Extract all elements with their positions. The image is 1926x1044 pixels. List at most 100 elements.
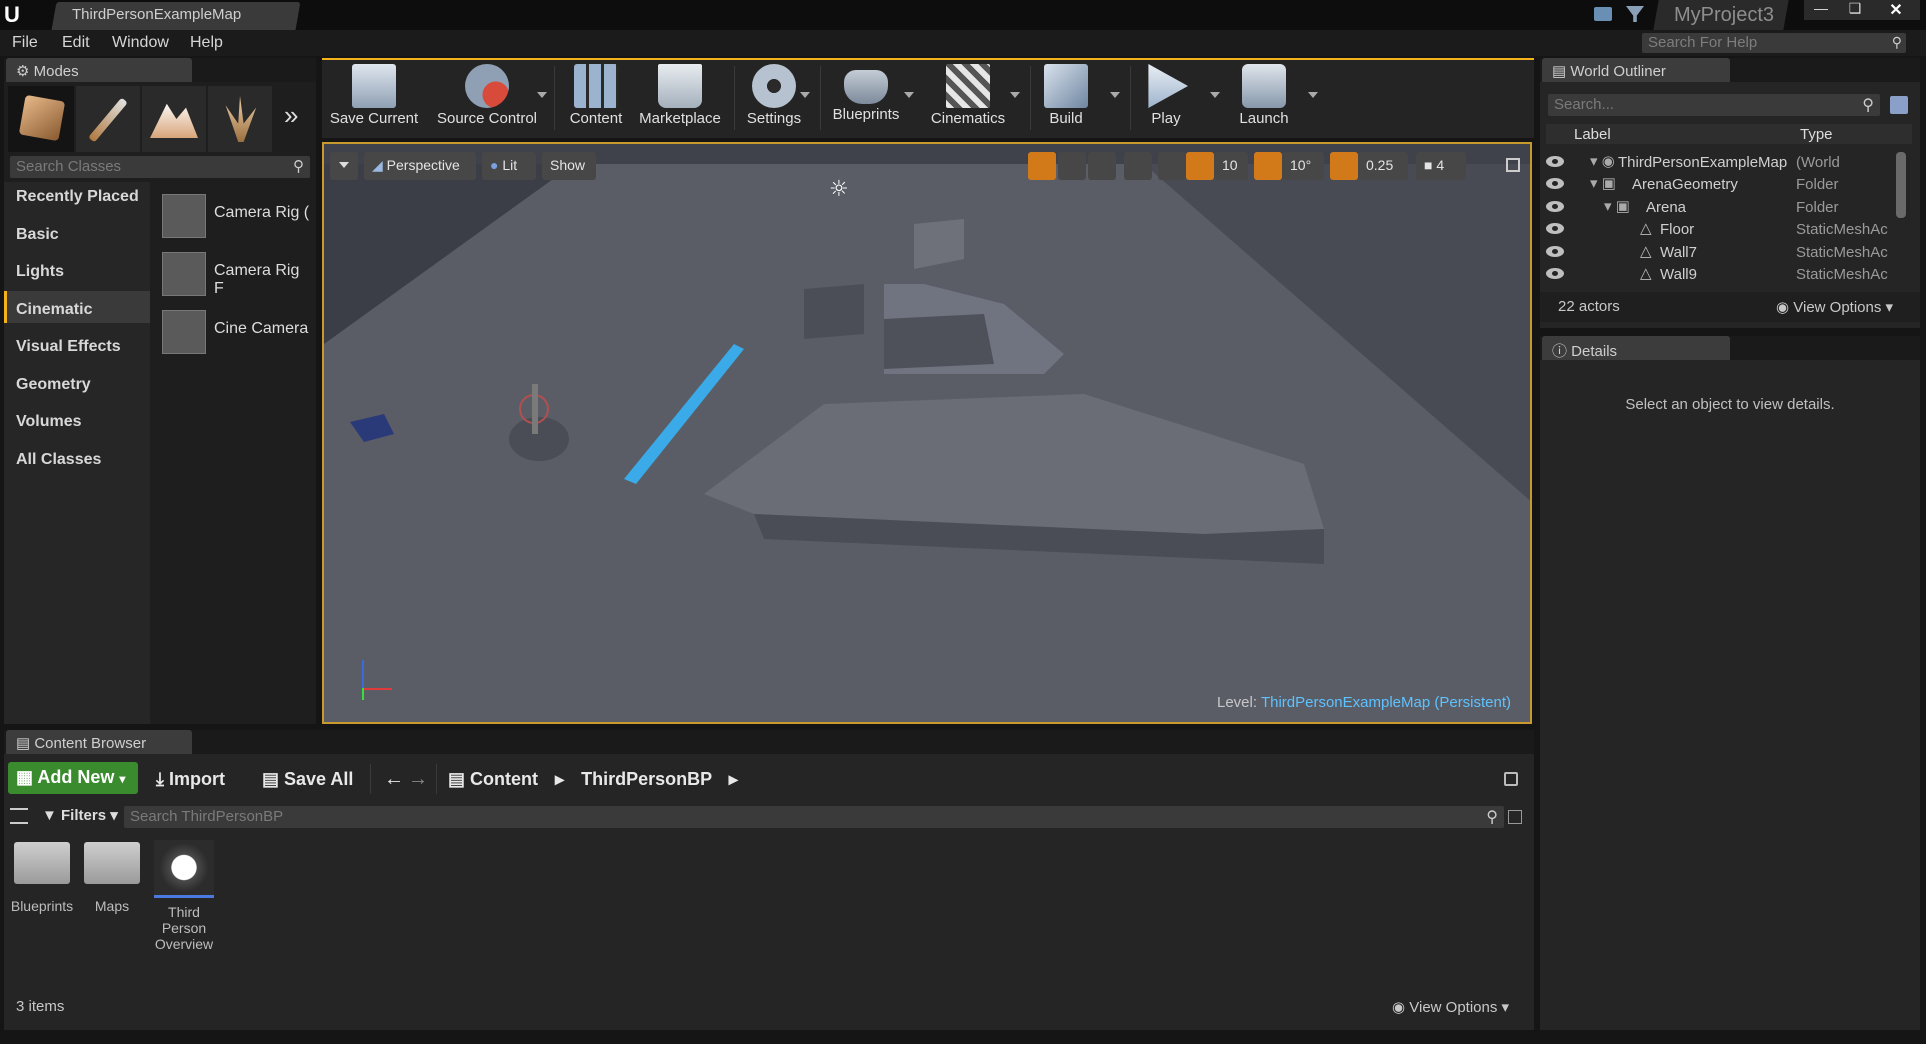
world-local-icon[interactable] <box>1124 152 1152 180</box>
visibility-eye-icon[interactable] <box>1546 223 1564 234</box>
column-type[interactable]: Type <box>1800 126 1833 143</box>
save-all-button[interactable]: ▤ Save All <box>262 764 353 794</box>
details-empty-text: Select an object to view details. <box>1625 396 1835 413</box>
list-item[interactable]: Camera Rig F <box>156 250 312 298</box>
table-row[interactable]: ▾ ▣ ArenaGeometry Folder <box>1546 174 1906 196</box>
scale-tool-icon[interactable] <box>1088 152 1116 180</box>
rotation-snap-icon[interactable] <box>1254 152 1282 180</box>
perspective-button[interactable]: ◢ Perspective <box>364 152 476 180</box>
show-button[interactable]: Show <box>542 152 596 180</box>
asset-maps-folder[interactable]: Maps <box>80 842 144 914</box>
table-row[interactable]: ▾ ▣ Arena Folder <box>1546 197 1906 219</box>
back-arrow-icon[interactable]: ← <box>384 764 404 794</box>
play-button[interactable]: Play <box>1116 60 1216 132</box>
help-search-input[interactable]: Search For Help ⚲ <box>1642 33 1906 53</box>
breadcrumb-separator-icon[interactable]: ▸ <box>555 769 564 789</box>
category-lights[interactable]: Lights <box>16 263 64 281</box>
scale-snap-icon[interactable] <box>1330 152 1358 180</box>
scale-snap-value[interactable]: 0.25 <box>1358 152 1408 180</box>
grid-snap-value[interactable]: 10 <box>1214 152 1248 180</box>
modes-tab[interactable]: ⚙ Modes <box>6 58 192 82</box>
minimize-button[interactable]: — <box>1804 0 1838 20</box>
column-label[interactable]: Label <box>1574 126 1611 143</box>
outliner-scrollbar[interactable] <box>1896 152 1906 218</box>
asset-third-person-overview[interactable]: Third Person Overview <box>152 840 216 952</box>
world-outliner-tab[interactable]: ▤ World Outliner <box>1542 58 1730 82</box>
cinematics-button[interactable]: Cinematics <box>918 60 1018 132</box>
landscape-mode-button[interactable] <box>142 86 206 152</box>
table-row[interactable]: ▾ ◉ ThirdPersonExampleMap (World <box>1546 152 1906 174</box>
menu-help[interactable]: Help <box>190 34 223 52</box>
launch-button[interactable]: Launch <box>1214 60 1314 132</box>
save-search-icon[interactable] <box>1508 810 1522 824</box>
asset-blueprints-folder[interactable]: Blueprints <box>10 842 74 914</box>
category-visual-effects[interactable]: Visual Effects <box>16 338 121 356</box>
breadcrumb-thirdpersonbp[interactable]: ThirdPersonBP <box>581 769 712 789</box>
category-geometry[interactable]: Geometry <box>16 376 91 394</box>
blueprints-dropdown-icon[interactable] <box>904 92 914 98</box>
breadcrumb-separator-icon[interactable]: ▸ <box>729 769 738 789</box>
table-row[interactable]: △ Wall7 StaticMeshAc <box>1546 242 1906 264</box>
outliner-search-input[interactable]: Search... ⚲ <box>1548 94 1880 116</box>
settings-dropdown-icon[interactable] <box>800 92 810 98</box>
place-mode-button[interactable] <box>8 86 74 152</box>
category-volumes[interactable]: Volumes <box>16 413 82 431</box>
category-recently-placed[interactable]: Recently Placed <box>16 188 139 206</box>
add-actor-icon[interactable] <box>1890 96 1908 114</box>
more-modes-icon[interactable]: » <box>284 100 298 131</box>
rotate-tool-icon[interactable] <box>1058 152 1086 180</box>
details-tab[interactable]: ⓘ Details <box>1542 336 1730 360</box>
marketplace-button[interactable]: Marketplace <box>630 60 730 132</box>
blueprints-button[interactable]: Blueprints <box>816 60 916 132</box>
menu-edit[interactable]: Edit <box>62 34 90 52</box>
visibility-eye-icon[interactable] <box>1546 178 1564 189</box>
visibility-eye-icon[interactable] <box>1546 246 1564 257</box>
level-viewport[interactable]: ☼ ◢ Perspective ● Lit Show 10 10° 0.25 ■… <box>322 142 1532 724</box>
source-control-button[interactable]: Source Control <box>434 60 540 132</box>
list-item[interactable]: Cine Camera <box>156 308 312 356</box>
viewport-options-dropdown[interactable] <box>330 152 358 180</box>
table-row[interactable]: △ Floor StaticMeshAc <box>1546 219 1906 241</box>
modes-panel: ⚙ Modes » Search Classes ⚲ Recently Plac… <box>4 58 316 724</box>
content-browser-panel: ▤ Content Browser <box>4 730 1534 1030</box>
close-button[interactable]: ✕ <box>1872 0 1920 20</box>
lit-button[interactable]: ● Lit <box>482 152 536 180</box>
content-browser-tab[interactable]: ▤ Content Browser <box>6 730 192 754</box>
tutorial-play-icon <box>154 840 214 898</box>
source-control-status-icon[interactable] <box>1626 6 1644 22</box>
paint-mode-button[interactable] <box>76 86 140 152</box>
table-row[interactable]: △ Wall9 StaticMeshAc <box>1546 264 1906 286</box>
rotation-snap-value[interactable]: 10° <box>1282 152 1324 180</box>
surface-snap-icon[interactable] <box>1158 152 1186 180</box>
visibility-eye-icon[interactable] <box>1546 156 1564 167</box>
notification-icon[interactable] <box>1594 7 1612 21</box>
forward-arrow-icon[interactable]: → <box>408 764 428 794</box>
translate-tool-icon[interactable] <box>1028 152 1056 180</box>
filters-button[interactable]: ▼ Filters ▾ <box>42 806 118 824</box>
list-item[interactable]: Camera Rig ( <box>156 192 312 240</box>
camera-speed-button[interactable]: ■ 4 <box>1416 152 1466 180</box>
lock-icon[interactable] <box>1504 772 1518 786</box>
save-current-button[interactable]: Save Current <box>324 60 424 132</box>
view-options-button[interactable]: ◉ View Options ▾ <box>1776 298 1893 316</box>
add-new-button[interactable]: ▦ Add New ▾ <box>8 762 138 794</box>
breadcrumb-content[interactable]: Content <box>470 769 538 789</box>
launch-dropdown-icon[interactable] <box>1308 92 1318 98</box>
maximize-viewport-icon[interactable] <box>1506 158 1520 172</box>
search-classes-input[interactable]: Search Classes ⚲ <box>10 156 310 178</box>
content-search-input[interactable]: Search ThirdPersonBP ⚲ <box>124 806 1504 828</box>
visibility-eye-icon[interactable] <box>1546 201 1564 212</box>
build-button[interactable]: Build <box>1016 60 1116 132</box>
visibility-eye-icon[interactable] <box>1546 268 1564 279</box>
maximize-button[interactable]: ❑ <box>1838 0 1872 20</box>
category-all-classes[interactable]: All Classes <box>16 451 101 469</box>
sources-toggle-icon[interactable] <box>10 808 28 824</box>
import-button[interactable]: ⤓ Import <box>156 764 225 794</box>
foliage-mode-button[interactable] <box>208 86 272 152</box>
menu-window[interactable]: Window <box>112 34 169 52</box>
menu-file[interactable]: File <box>12 34 38 52</box>
content-view-options-button[interactable]: ◉ View Options ▾ <box>1392 998 1509 1016</box>
grid-snap-icon[interactable] <box>1186 152 1214 180</box>
category-cinematic[interactable]: Cinematic <box>16 301 92 319</box>
category-basic[interactable]: Basic <box>16 226 59 244</box>
